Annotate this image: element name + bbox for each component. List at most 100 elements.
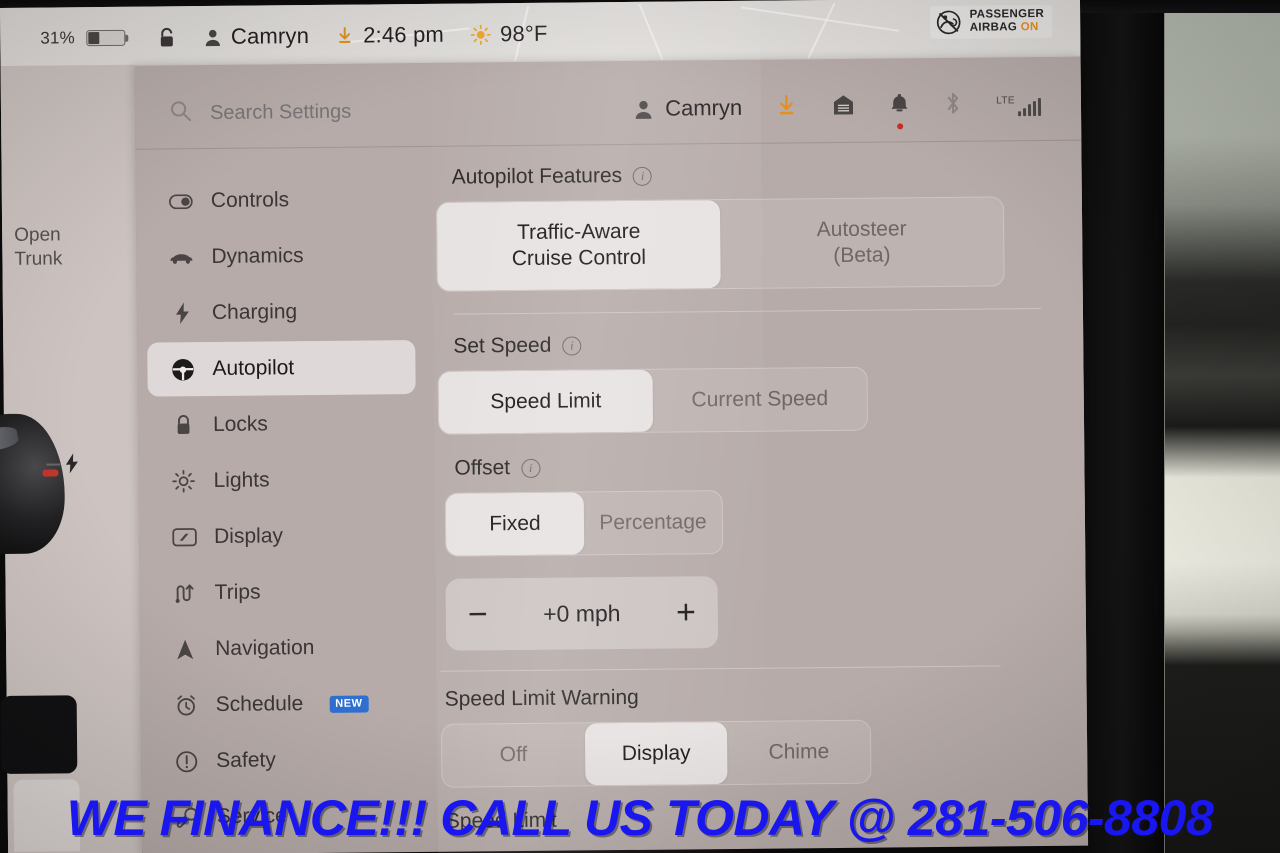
settings-header-row: Camryn <box>135 72 1082 147</box>
sidebar-item-schedule[interactable]: Schedule NEW <box>150 676 419 733</box>
sidebar-item-label: Autopilot <box>212 356 295 380</box>
sidebar-item-label: Lights <box>213 468 270 492</box>
bolt-icon[interactable] <box>64 453 79 478</box>
offset-decrement-button[interactable]: − <box>468 595 488 633</box>
section-title: Speed Limit Warning <box>444 685 639 711</box>
status-time: 2:46 pm <box>362 21 445 48</box>
warning-circle-icon <box>173 750 199 773</box>
person-icon <box>635 100 652 119</box>
lte-signal-icon[interactable]: LTE <box>996 94 1042 116</box>
sidebar-item-display[interactable]: Display <box>149 508 418 565</box>
navigation-arrow-icon <box>172 638 198 661</box>
option-off[interactable]: Off <box>442 723 585 786</box>
option-speed-limit[interactable]: Speed Limit <box>438 369 654 434</box>
sidebar-item-label: Safety <box>216 748 276 772</box>
option-line1: Fixed <box>489 511 541 536</box>
settings-header-icons: Camryn LTE <box>633 90 1042 130</box>
garage-door-icon[interactable] <box>831 92 856 121</box>
sidebar-item-label: Controls <box>210 188 290 212</box>
option-line2: (Beta) <box>833 243 891 268</box>
sidebar-item-charging[interactable]: Charging <box>147 284 416 341</box>
status-time-block: 2:46 pm <box>335 22 444 49</box>
offset-value: +0 mph <box>543 599 621 627</box>
sidebar-item-label: Charging <box>211 300 298 324</box>
info-icon[interactable]: i <box>562 335 582 356</box>
status-driver-profile[interactable]: Camryn <box>203 23 309 50</box>
bluetooth-icon[interactable] <box>943 91 963 121</box>
sidebar-item-controls[interactable]: Controls <box>146 172 415 229</box>
download-icon <box>338 27 351 44</box>
section-header-offset: Offset i <box>454 451 1058 481</box>
left-card-strip: Open Trunk <box>0 64 143 853</box>
notification-dot <box>896 123 903 130</box>
charge-cable-line <box>46 463 61 466</box>
search-settings-field[interactable] <box>169 96 491 127</box>
search-input[interactable] <box>209 98 491 125</box>
option-autosteer-beta[interactable]: Autosteer (Beta) <box>720 197 1004 288</box>
sidebar-item-label: Display <box>213 524 284 548</box>
sidebar-item-label: Dynamics <box>211 244 304 268</box>
notifications-bell-icon[interactable] <box>889 92 910 130</box>
sidebar-item-safety[interactable]: Safety <box>151 732 420 789</box>
header-driver-profile[interactable]: Camryn <box>633 95 742 122</box>
airbag-text: PASSENGER AIRBAG ON <box>970 8 1045 35</box>
option-line2: Cruise Control <box>511 245 647 271</box>
sidebar-item-label: Locks <box>212 412 268 436</box>
display-icon <box>171 527 197 547</box>
battery-percent-label: 31% <box>40 28 76 48</box>
section-title: Autopilot Features <box>451 164 623 189</box>
alarm-clock-icon <box>173 694 199 717</box>
section-header-set-speed: Set Speed i <box>453 329 1057 359</box>
info-icon[interactable]: i <box>520 458 541 478</box>
car-icon <box>168 249 194 265</box>
software-update-download-icon[interactable] <box>775 93 798 122</box>
vehicle-rear-image <box>0 413 66 555</box>
bolt-icon <box>169 302 195 325</box>
option-current-speed[interactable]: Current Speed <box>653 368 868 432</box>
sidebar-item-label: Navigation <box>215 636 315 660</box>
status-weather-block: 98°F <box>470 21 548 48</box>
signal-bars <box>1018 97 1042 116</box>
offset-segmented: Fixed Percentage <box>444 490 724 557</box>
lte-label: LTE <box>996 94 1015 106</box>
section-header-autopilot-features: Autopilot Features i <box>452 160 1056 190</box>
steering-wheel-icon <box>169 357 195 382</box>
search-icon <box>169 99 192 127</box>
option-fixed[interactable]: Fixed <box>445 492 585 556</box>
option-percentage[interactable]: Percentage <box>584 491 723 554</box>
sidebar-item-lights[interactable]: Lights <box>148 452 417 509</box>
airbag-state: ON <box>1020 21 1039 34</box>
option-traffic-aware-cruise-control[interactable]: Traffic-Aware Cruise Control <box>436 200 721 291</box>
section-header-speed-limit-warning: Speed Limit Warning <box>445 682 1061 712</box>
option-display[interactable]: Display <box>584 722 728 786</box>
dealer-watermark: WE FINANCE!!! CALL US TODAY @ 281-506-88… <box>66 790 1214 846</box>
info-icon[interactable]: i <box>632 166 653 186</box>
open-trunk-line1: Open <box>14 224 61 246</box>
battery-icon <box>85 29 125 47</box>
trips-route-icon <box>172 582 198 604</box>
sidebar-item-label: Trips <box>214 580 261 604</box>
option-line1: Chime <box>768 740 830 764</box>
option-line1: Off <box>499 742 528 767</box>
status-user-name: Camryn <box>230 23 310 49</box>
settings-sidebar: Controls Dynamics Charging Autopilot Loc… <box>146 172 420 847</box>
offset-increment-button[interactable]: + <box>676 593 696 631</box>
lock-icon[interactable] <box>158 27 175 48</box>
open-trunk-label[interactable]: Open Trunk <box>14 223 62 271</box>
airbag-line2: AIRBAG <box>969 21 1018 34</box>
sidebar-item-navigation[interactable]: Navigation <box>150 620 419 677</box>
sidebar-item-dynamics[interactable]: Dynamics <box>146 228 415 285</box>
sidebar-item-trips[interactable]: Trips <box>149 564 418 621</box>
option-chime[interactable]: Chime <box>727 721 870 784</box>
autopilot-features-segmented: Traffic-Aware Cruise Control Autosteer (… <box>435 196 1005 292</box>
sidebar-item-locks[interactable]: Locks <box>148 396 417 453</box>
toggle-switch-icon <box>168 193 194 209</box>
passenger-airbag-icon <box>937 10 961 34</box>
screenshot-stage: 31% Camryn 2:46 pm 98°F PASSENGER AIRBAG… <box>0 0 1280 853</box>
header-user-name: Camryn <box>665 94 743 121</box>
sidebar-new-badge: NEW <box>329 694 369 713</box>
offset-stepper: − +0 mph + <box>445 576 719 651</box>
sidebar-item-autopilot[interactable]: Autopilot <box>147 340 416 397</box>
sidebar-item-label: Schedule <box>215 692 304 716</box>
option-line1: Display <box>621 741 691 766</box>
